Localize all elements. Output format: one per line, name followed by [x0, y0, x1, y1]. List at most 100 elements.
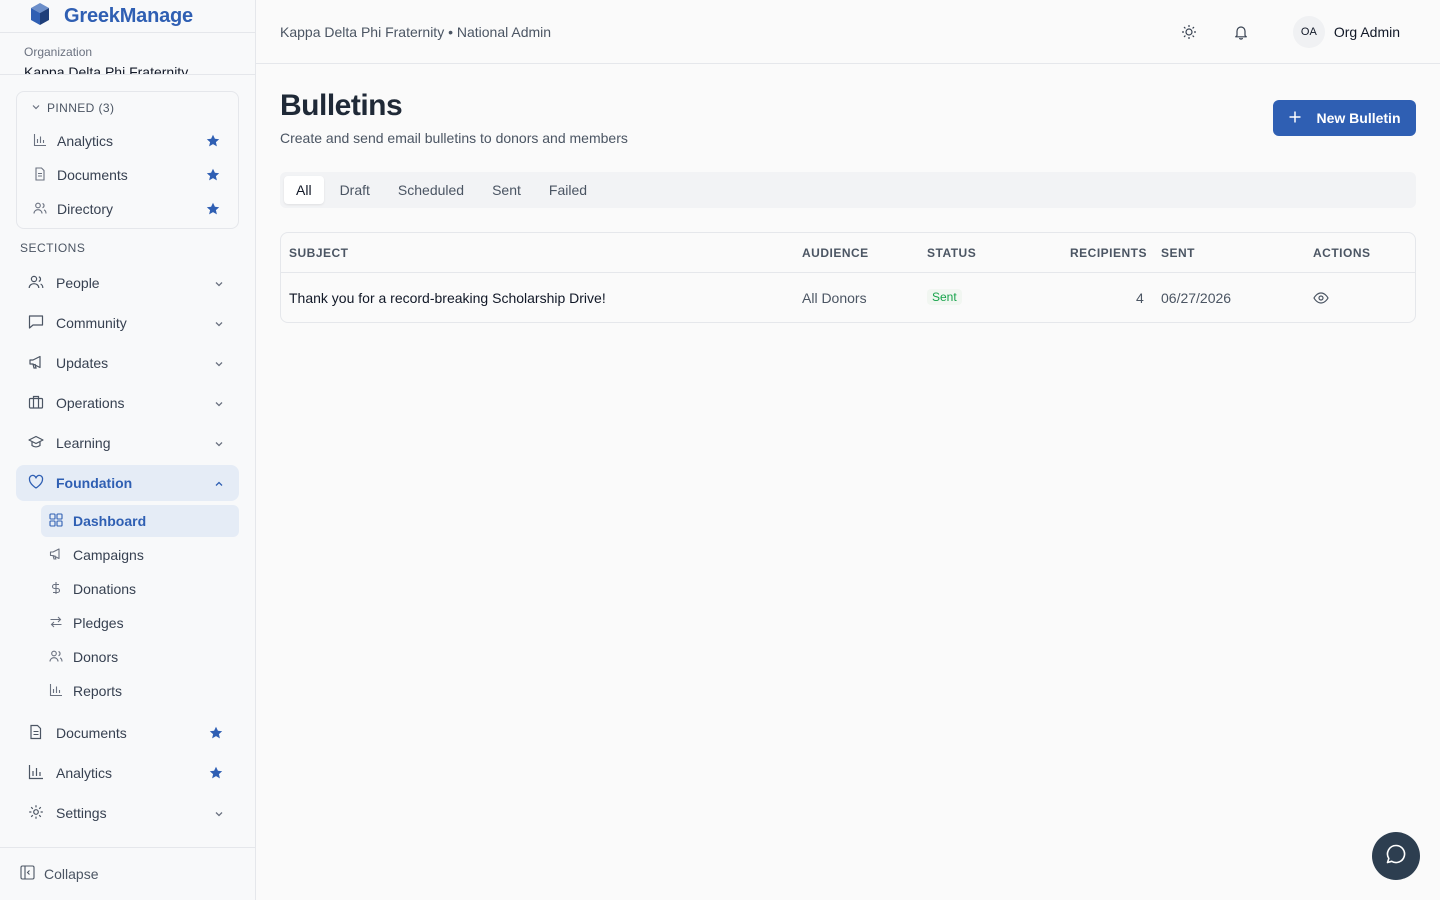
cell-recipients: 4 [1136, 290, 1144, 306]
megaphone-icon [28, 354, 44, 373]
sun-icon[interactable] [1181, 24, 1197, 45]
breadcrumb: Kappa Delta Phi Fraternity • National Ad… [280, 23, 552, 40]
chevron-down-icon [213, 397, 225, 413]
sub-item-pledges[interactable]: Pledges [41, 607, 239, 639]
eye-icon[interactable] [1313, 291, 1329, 310]
org-label: Organization [24, 45, 93, 59]
new-bulletin-label: New Bulletin [1316, 110, 1401, 126]
sub-label: Dashboard [73, 513, 147, 529]
foundation-submenu: Dashboard Campaigns Donations Pledges Do… [41, 505, 239, 707]
logo-cube-icon [30, 2, 50, 31]
sub-label: Donors [73, 649, 119, 665]
bell-icon[interactable] [1233, 24, 1249, 45]
chevron-down-icon [213, 357, 225, 373]
new-bulletin-button[interactable]: New Bulletin [1273, 100, 1416, 136]
nav-item-analytics[interactable]: Analytics [16, 755, 239, 791]
chevron-down-icon [213, 437, 225, 453]
pinned-item-label: Analytics [57, 133, 114, 149]
chevron-down-icon [31, 101, 41, 115]
tab-sent[interactable]: Sent [480, 176, 533, 204]
nav-item-updates[interactable]: Updates [16, 345, 239, 381]
org-switcher[interactable]: Organization Kappa Delta Phi Fraternity [0, 33, 255, 75]
col-status[interactable]: STATUS [927, 246, 976, 260]
collapse-label: Collapse [44, 866, 99, 882]
sub-label: Donations [73, 581, 137, 597]
col-subject[interactable]: SUBJECT [289, 246, 349, 260]
sidebar: GreekManage Organization Kappa Delta Phi… [0, 0, 256, 900]
star-icon[interactable] [206, 168, 220, 185]
nav-item-documents[interactable]: Documents [16, 715, 239, 751]
user-name: Org Admin [1333, 24, 1400, 40]
nav-label: Updates [56, 355, 109, 371]
document-icon [33, 166, 47, 184]
col-sent[interactable]: SENT [1161, 246, 1195, 260]
bottom-nav: Documents Analytics Settings [16, 715, 239, 835]
bar-chart-icon [28, 764, 44, 783]
users-icon [33, 201, 47, 218]
chat-bubble-icon [1385, 843, 1407, 870]
brand-name: GreekManage [64, 4, 193, 27]
chat-button[interactable] [1372, 832, 1420, 880]
star-icon[interactable] [209, 766, 223, 783]
briefcase-icon [28, 394, 44, 413]
avatar: OA [1292, 16, 1325, 48]
sections-label: SECTIONS [20, 241, 86, 255]
sub-item-reports[interactable]: Reports [41, 675, 239, 707]
pinned-item-analytics[interactable]: Analytics [17, 124, 238, 158]
col-audience[interactable]: AUDIENCE [802, 246, 869, 260]
pinned-item-directory[interactable]: Directory [17, 192, 238, 226]
nav-label: People [56, 275, 100, 291]
star-icon[interactable] [206, 134, 220, 151]
graduation-cap-icon [28, 434, 44, 453]
org-name: Kappa Delta Phi Fraternity [24, 64, 189, 75]
nav-item-settings[interactable]: Settings [16, 795, 239, 831]
pinned-panel: PINNED (3) Analytics Documents Directory [16, 91, 239, 229]
tab-draft[interactable]: Draft [328, 176, 382, 204]
user-menu[interactable]: OA Org Admin [1292, 16, 1400, 48]
cell-subject[interactable]: Thank you for a record-breaking Scholars… [289, 290, 606, 306]
message-square-icon [28, 314, 44, 333]
nav-item-community[interactable]: Community [16, 305, 239, 341]
bar-chart-icon [49, 683, 63, 700]
collapse-button[interactable]: Collapse [0, 847, 255, 900]
sub-item-donors[interactable]: Donors [41, 641, 239, 673]
nav-item-learning[interactable]: Learning [16, 425, 239, 461]
sub-label: Reports [73, 683, 123, 699]
arrows-exchange-icon [49, 615, 63, 632]
panel-collapse-icon [20, 865, 35, 883]
pinned-item-label: Directory [57, 201, 114, 217]
status-tabs: All Draft Scheduled Sent Failed [280, 172, 1416, 208]
tab-failed[interactable]: Failed [537, 176, 599, 204]
sub-label: Campaigns [73, 547, 144, 563]
tab-all[interactable]: All [284, 176, 324, 204]
dollar-icon [49, 581, 63, 598]
col-recipients[interactable]: RECIPIENTS [1070, 246, 1147, 260]
pinned-toggle[interactable]: PINNED (3) [17, 92, 238, 124]
bar-chart-icon [33, 133, 47, 150]
sub-item-dashboard[interactable]: Dashboard [41, 505, 239, 537]
table-row[interactable]: Thank you for a record-breaking Scholars… [281, 273, 1415, 322]
pinned-item-documents[interactable]: Documents [17, 158, 238, 192]
table-header: SUBJECT AUDIENCE STATUS RECIPIENTS SENT … [281, 233, 1415, 273]
sub-item-campaigns[interactable]: Campaigns [41, 539, 239, 571]
pinned-title: PINNED (3) [47, 101, 115, 115]
bulletins-table: SUBJECT AUDIENCE STATUS RECIPIENTS SENT … [280, 232, 1416, 323]
users-icon [49, 649, 63, 666]
col-actions: ACTIONS [1313, 246, 1371, 260]
chevron-up-icon [213, 477, 225, 493]
nav-item-foundation[interactable]: Foundation [16, 465, 239, 501]
plus-icon [1288, 110, 1302, 127]
nav-item-operations[interactable]: Operations [16, 385, 239, 421]
nav-item-people[interactable]: People [16, 265, 239, 301]
star-icon[interactable] [209, 726, 223, 743]
nav-label: Community [56, 315, 127, 331]
star-icon[interactable] [206, 202, 220, 219]
page-title: Bulletins [280, 89, 403, 122]
heart-icon [28, 474, 44, 493]
tab-scheduled[interactable]: Scheduled [386, 176, 476, 204]
pinned-item-label: Documents [57, 167, 128, 183]
nav-label: Foundation [56, 475, 133, 491]
sub-item-donations[interactable]: Donations [41, 573, 239, 605]
nav-label: Documents [56, 725, 127, 741]
brand[interactable]: GreekManage [0, 0, 255, 33]
